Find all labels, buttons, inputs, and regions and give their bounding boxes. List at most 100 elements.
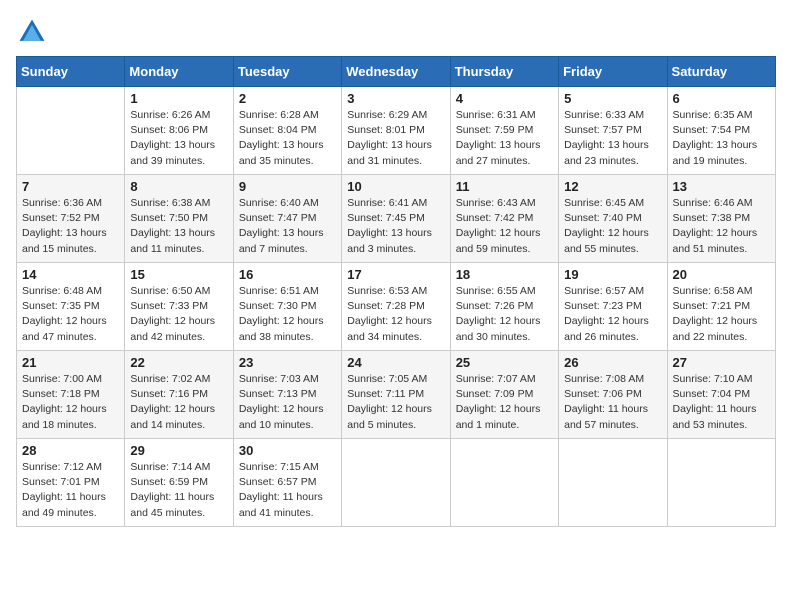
day-info: Sunrise: 6:29 AMSunset: 8:01 PMDaylight:… — [347, 108, 444, 169]
day-number: 9 — [239, 179, 336, 194]
day-info: Sunrise: 6:28 AMSunset: 8:04 PMDaylight:… — [239, 108, 336, 169]
calendar-week-row: 21 Sunrise: 7:00 AMSunset: 7:18 PMDayligh… — [17, 351, 776, 439]
calendar-cell: 26 Sunrise: 7:08 AMSunset: 7:06 PMDayligh… — [559, 351, 667, 439]
day-info: Sunrise: 6:57 AMSunset: 7:23 PMDaylight:… — [564, 284, 661, 345]
calendar-cell: 25 Sunrise: 7:07 AMSunset: 7:09 PMDayligh… — [450, 351, 558, 439]
calendar-cell: 1Sunrise: 6:26 AMSunset: 8:06 PMDaylight… — [125, 87, 233, 175]
calendar-cell: 3 Sunrise: 6:29 AMSunset: 8:01 PMDaylight… — [342, 87, 450, 175]
day-info: Sunrise: 7:05 AMSunset: 7:11 PMDaylight:… — [347, 372, 444, 433]
calendar-cell: 14 Sunrise: 6:48 AMSunset: 7:35 PMDayligh… — [17, 263, 125, 351]
day-info: Sunrise: 6:50 AMSunset: 7:33 PMDaylight:… — [130, 284, 227, 345]
calendar-cell: 9 Sunrise: 6:40 AMSunset: 7:47 PMDaylight… — [233, 175, 341, 263]
day-info: Sunrise: 7:00 AMSunset: 7:18 PMDaylight:… — [22, 372, 119, 433]
calendar-week-row: 14 Sunrise: 6:48 AMSunset: 7:35 PMDayligh… — [17, 263, 776, 351]
day-number: 14 — [22, 267, 119, 282]
day-number: 19 — [564, 267, 661, 282]
day-info: Sunrise: 6:26 AMSunset: 8:06 PMDaylight:… — [130, 108, 227, 169]
header-tuesday: Tuesday — [233, 57, 341, 87]
calendar-cell: 29 Sunrise: 7:14 AMSunset: 6:59 PMDayligh… — [125, 439, 233, 527]
calendar-cell: 21 Sunrise: 7:00 AMSunset: 7:18 PMDayligh… — [17, 351, 125, 439]
calendar-cell — [450, 439, 558, 527]
day-number: 15 — [130, 267, 227, 282]
calendar-table: Sunday Monday Tuesday Wednesday Thursday… — [16, 56, 776, 527]
day-number: 18 — [456, 267, 553, 282]
day-number: 4 — [456, 91, 553, 106]
calendar-cell: 19 Sunrise: 6:57 AMSunset: 7:23 PMDayligh… — [559, 263, 667, 351]
day-number: 24 — [347, 355, 444, 370]
calendar-cell: 30 Sunrise: 7:15 AMSunset: 6:57 PMDayligh… — [233, 439, 341, 527]
day-number: 17 — [347, 267, 444, 282]
day-info: Sunrise: 7:14 AMSunset: 6:59 PMDaylight:… — [130, 460, 227, 521]
header-friday: Friday — [559, 57, 667, 87]
day-number: 8 — [130, 179, 227, 194]
day-number: 25 — [456, 355, 553, 370]
day-number: 30 — [239, 443, 336, 458]
calendar-cell: 7 Sunrise: 6:36 AMSunset: 7:52 PMDaylight… — [17, 175, 125, 263]
day-info: Sunrise: 7:07 AMSunset: 7:09 PMDaylight:… — [456, 372, 553, 433]
day-number: 23 — [239, 355, 336, 370]
calendar-cell: 12 Sunrise: 6:45 AMSunset: 7:40 PMDayligh… — [559, 175, 667, 263]
day-number: 28 — [22, 443, 119, 458]
day-number: 16 — [239, 267, 336, 282]
calendar-cell: 27 Sunrise: 7:10 AMSunset: 7:04 PMDayligh… — [667, 351, 775, 439]
day-info: Sunrise: 6:40 AMSunset: 7:47 PMDaylight:… — [239, 196, 336, 257]
day-info: Sunrise: 6:48 AMSunset: 7:35 PMDaylight:… — [22, 284, 119, 345]
calendar-cell: 24 Sunrise: 7:05 AMSunset: 7:11 PMDayligh… — [342, 351, 450, 439]
calendar-cell — [342, 439, 450, 527]
header-monday: Monday — [125, 57, 233, 87]
day-info: Sunrise: 6:58 AMSunset: 7:21 PMDaylight:… — [673, 284, 770, 345]
logo — [16, 16, 52, 48]
day-number: 29 — [130, 443, 227, 458]
calendar-cell: 6Sunrise: 6:35 AMSunset: 7:54 PMDaylight… — [667, 87, 775, 175]
day-info: Sunrise: 6:53 AMSunset: 7:28 PMDaylight:… — [347, 284, 444, 345]
day-info: Sunrise: 6:55 AMSunset: 7:26 PMDaylight:… — [456, 284, 553, 345]
day-info: Sunrise: 7:15 AMSunset: 6:57 PMDaylight:… — [239, 460, 336, 521]
calendar-week-row: 28 Sunrise: 7:12 AMSunset: 7:01 PMDayligh… — [17, 439, 776, 527]
calendar-cell — [667, 439, 775, 527]
calendar-body: 1Sunrise: 6:26 AMSunset: 8:06 PMDaylight… — [17, 87, 776, 527]
day-info: Sunrise: 6:38 AMSunset: 7:50 PMDaylight:… — [130, 196, 227, 257]
day-number: 20 — [673, 267, 770, 282]
calendar-cell: 10Sunrise: 6:41 AMSunset: 7:45 PMDayligh… — [342, 175, 450, 263]
calendar-cell: 2 Sunrise: 6:28 AMSunset: 8:04 PMDaylight… — [233, 87, 341, 175]
header-saturday: Saturday — [667, 57, 775, 87]
day-info: Sunrise: 6:45 AMSunset: 7:40 PMDaylight:… — [564, 196, 661, 257]
calendar-cell: 20 Sunrise: 6:58 AMSunset: 7:21 PMDayligh… — [667, 263, 775, 351]
calendar-cell: 17 Sunrise: 6:53 AMSunset: 7:28 PMDayligh… — [342, 263, 450, 351]
day-number: 10 — [347, 179, 444, 194]
calendar-cell: 16Sunrise: 6:51 AMSunset: 7:30 PMDayligh… — [233, 263, 341, 351]
logo-icon — [16, 16, 48, 48]
day-info: Sunrise: 6:43 AMSunset: 7:42 PMDaylight:… — [456, 196, 553, 257]
day-number: 26 — [564, 355, 661, 370]
day-number: 27 — [673, 355, 770, 370]
page-header — [16, 16, 776, 48]
calendar-cell: 13 Sunrise: 6:46 AMSunset: 7:38 PMDayligh… — [667, 175, 775, 263]
header-sunday: Sunday — [17, 57, 125, 87]
day-info: Sunrise: 7:02 AMSunset: 7:16 PMDaylight:… — [130, 372, 227, 433]
day-number: 21 — [22, 355, 119, 370]
day-number: 7 — [22, 179, 119, 194]
day-info: Sunrise: 6:31 AMSunset: 7:59 PMDaylight:… — [456, 108, 553, 169]
day-info: Sunrise: 7:08 AMSunset: 7:06 PMDaylight:… — [564, 372, 661, 433]
calendar-cell: 18 Sunrise: 6:55 AMSunset: 7:26 PMDayligh… — [450, 263, 558, 351]
calendar-cell: 23Sunrise: 7:03 AMSunset: 7:13 PMDayligh… — [233, 351, 341, 439]
calendar-cell: 15 Sunrise: 6:50 AMSunset: 7:33 PMDayligh… — [125, 263, 233, 351]
day-number: 3 — [347, 91, 444, 106]
day-number: 12 — [564, 179, 661, 194]
day-number: 13 — [673, 179, 770, 194]
day-number: 11 — [456, 179, 553, 194]
calendar-cell — [17, 87, 125, 175]
calendar-cell — [559, 439, 667, 527]
header-wednesday: Wednesday — [342, 57, 450, 87]
day-number: 2 — [239, 91, 336, 106]
calendar-cell: 4 Sunrise: 6:31 AMSunset: 7:59 PMDaylight… — [450, 87, 558, 175]
calendar-week-row: 1Sunrise: 6:26 AMSunset: 8:06 PMDaylight… — [17, 87, 776, 175]
day-number: 22 — [130, 355, 227, 370]
weekday-header-row: Sunday Monday Tuesday Wednesday Thursday… — [17, 57, 776, 87]
day-info: Sunrise: 6:46 AMSunset: 7:38 PMDaylight:… — [673, 196, 770, 257]
day-info: Sunrise: 6:36 AMSunset: 7:52 PMDaylight:… — [22, 196, 119, 257]
day-info: Sunrise: 7:10 AMSunset: 7:04 PMDaylight:… — [673, 372, 770, 433]
calendar-cell: 28 Sunrise: 7:12 AMSunset: 7:01 PMDayligh… — [17, 439, 125, 527]
day-info: Sunrise: 6:35 AMSunset: 7:54 PMDaylight:… — [673, 108, 770, 169]
day-info: Sunrise: 7:12 AMSunset: 7:01 PMDaylight:… — [22, 460, 119, 521]
